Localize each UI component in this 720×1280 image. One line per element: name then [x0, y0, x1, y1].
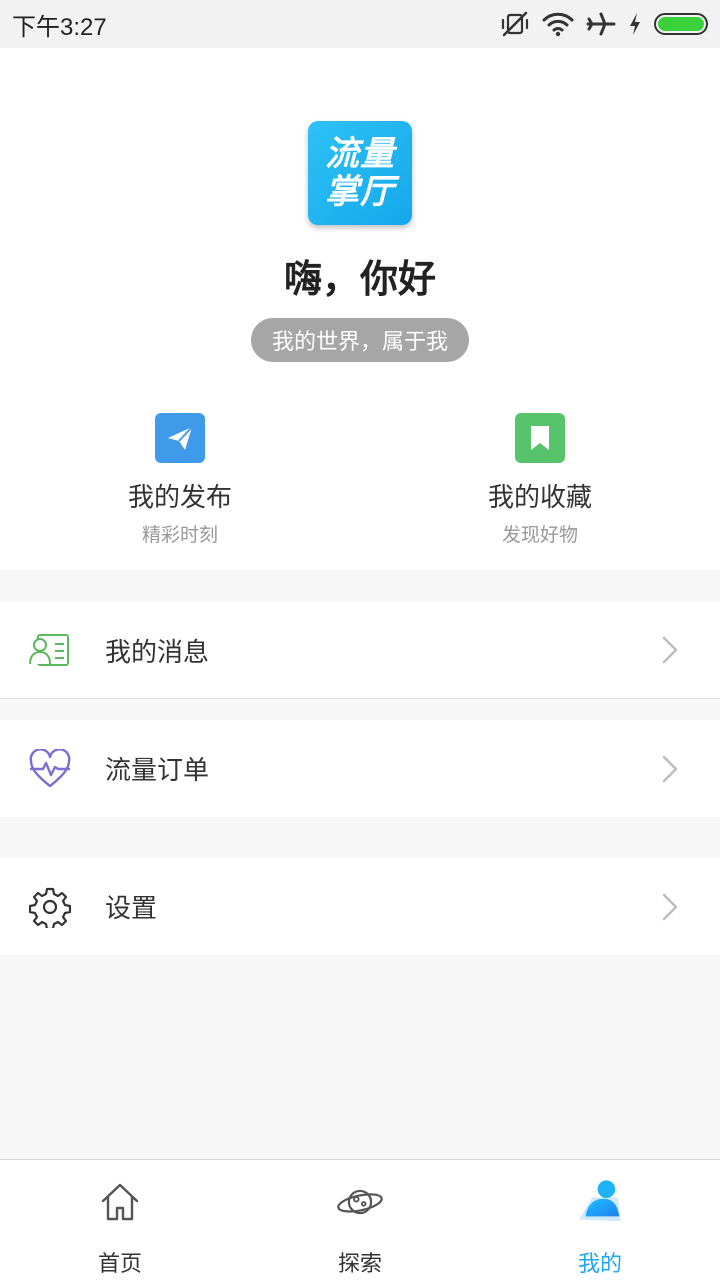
greeting-title: 嗨，你好: [283, 257, 436, 301]
menu-label-orders: 流量订单: [105, 756, 210, 786]
bottom-tab-bar: 首页 探索 我的: [0, 1159, 720, 1280]
slogan-badge: 我的世界，属于我: [251, 318, 469, 362]
menu-label-settings: 设置: [105, 894, 158, 924]
battery-icon: [654, 13, 708, 35]
menu-item-settings[interactable]: 设置: [0, 858, 720, 955]
tab-mine[interactable]: 我的: [480, 1160, 720, 1280]
status-bar: 下午3:27: [0, 0, 720, 48]
tab-explore[interactable]: 探索: [240, 1160, 480, 1280]
gear-icon: [26, 883, 74, 931]
menu-item-messages[interactable]: 我的消息: [0, 602, 720, 699]
mute-vibrate-icon: [501, 11, 529, 37]
menu-item-orders[interactable]: 流量订单: [0, 720, 720, 817]
tab-label-home: 首页: [97, 1252, 142, 1277]
logo-text-line2: 掌厅: [325, 172, 395, 212]
paper-plane-icon: [155, 413, 205, 463]
wifi-icon: [542, 12, 574, 37]
menu-label-messages: 我的消息: [105, 637, 210, 668]
my-favorites-button[interactable]: 我的收藏 发现好物: [440, 413, 640, 547]
my-posts-title: 我的发布: [127, 483, 232, 513]
user-icon: [576, 1178, 624, 1226]
chevron-right-icon: [662, 893, 678, 920]
contact-card-icon: [26, 626, 74, 674]
planet-icon: [336, 1178, 384, 1226]
my-posts-subtitle: 精彩时刻: [141, 524, 218, 546]
airplane-icon: [586, 12, 616, 36]
logo-text-line1: 流量: [325, 134, 395, 174]
tab-home[interactable]: 首页: [0, 1160, 240, 1280]
home-icon: [96, 1178, 144, 1226]
my-favorites-title: 我的收藏: [487, 483, 592, 513]
chevron-right-icon: [662, 755, 678, 782]
status-time: 下午3:27: [12, 13, 107, 41]
tab-label-explore: 探索: [337, 1252, 382, 1277]
tab-label-mine: 我的: [577, 1252, 622, 1277]
heart-pulse-icon: [26, 745, 74, 793]
profile-section: 流量 掌厅 嗨，你好 我的世界，属于我 我的发布 精彩时刻 我的收藏 发现好物: [0, 48, 720, 570]
my-favorites-subtitle: 发现好物: [501, 524, 578, 546]
battery-level: [658, 17, 704, 31]
charging-bolt-icon: [630, 13, 640, 35]
my-posts-button[interactable]: 我的发布 精彩时刻: [80, 413, 280, 547]
app-logo: 流量 掌厅: [308, 121, 412, 225]
chevron-right-icon: [662, 636, 678, 664]
status-icons: [500, 11, 708, 37]
bookmark-icon: [515, 413, 565, 463]
